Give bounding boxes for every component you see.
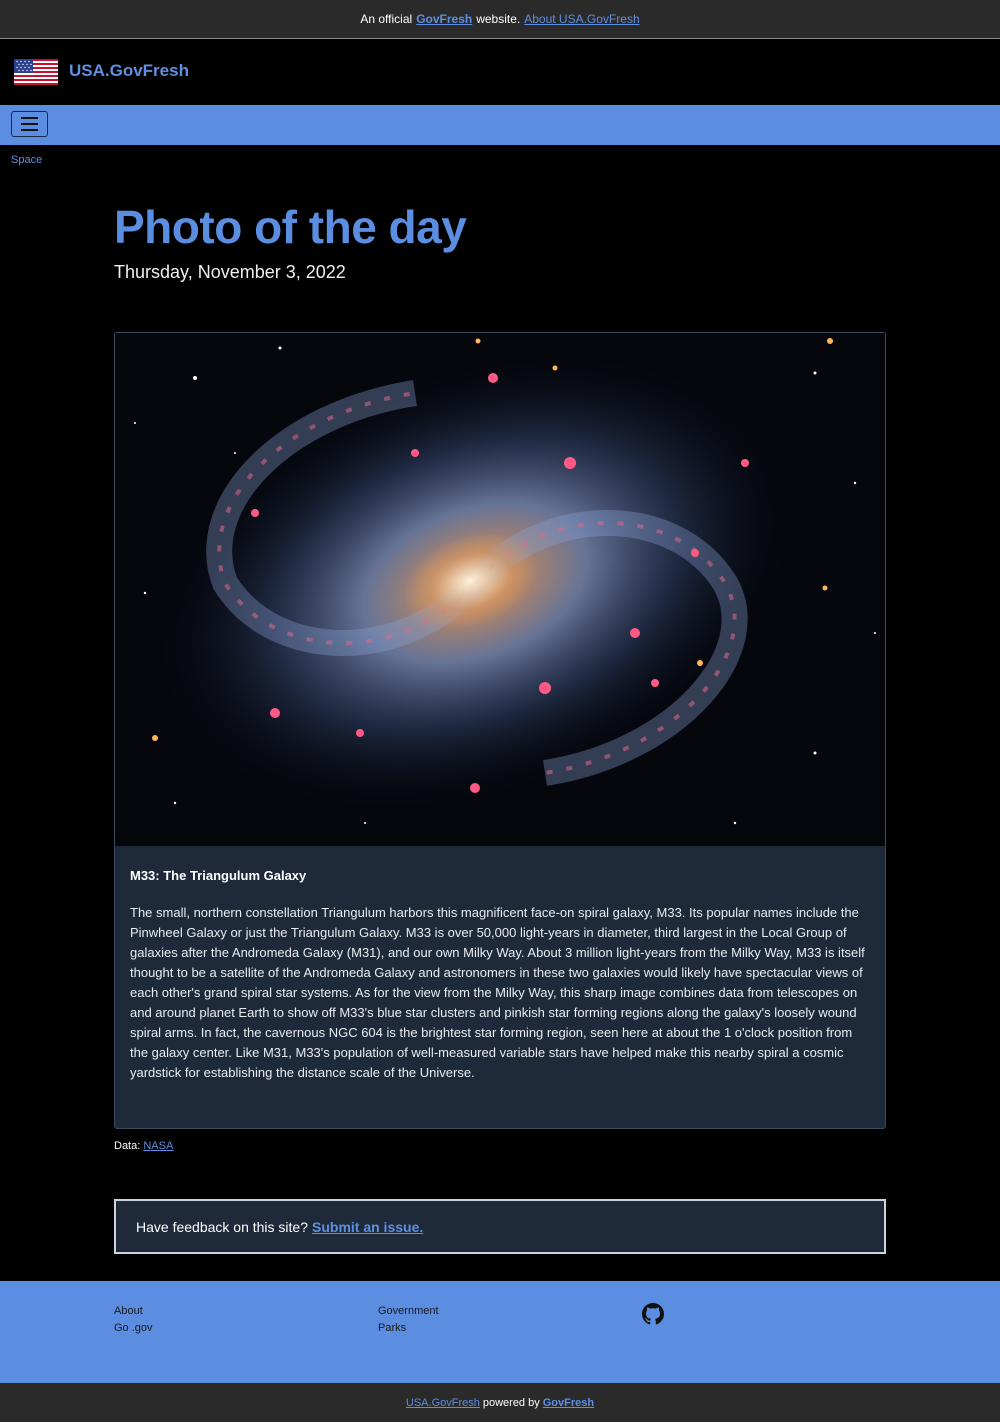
footer-main: About Go .gov Government Parks [0, 1281, 1000, 1383]
footer-link-about[interactable]: About [114, 1304, 153, 1318]
photo-card: M33: The Triangulum Galaxy The small, no… [114, 332, 886, 1129]
galaxy-photo [115, 333, 885, 846]
us-flag-icon[interactable] [14, 59, 58, 85]
data-credit-label: Data: [114, 1140, 141, 1152]
feedback-question: Have feedback on this site? [136, 1218, 308, 1235]
menu-line [21, 117, 38, 119]
official-banner: An official GovFresh website. About USA.… [0, 0, 1000, 39]
about-usa-govfresh-link[interactable]: About USA.GovFresh [524, 12, 639, 26]
github-icon[interactable] [642, 1303, 664, 1325]
nasa-link[interactable]: NASA [143, 1140, 173, 1152]
footer-link-go-gov[interactable]: Go .gov [114, 1321, 153, 1335]
breadcrumb-space[interactable]: Space [11, 154, 42, 166]
github-glyph [642, 1303, 664, 1325]
navbar [0, 105, 1000, 145]
footer-govfresh-link[interactable]: GovFresh [543, 1397, 594, 1409]
footer-bottom: USA.GovFresh powered by GovFresh [0, 1383, 1000, 1422]
govfresh-link[interactable]: GovFresh [416, 12, 472, 26]
page-date: Thursday, November 3, 2022 [114, 262, 346, 282]
data-credit: Data: NASA [114, 1140, 173, 1152]
footer-column-2: Government Parks [378, 1304, 439, 1335]
footer-powered-by: powered by [482, 1396, 540, 1409]
menu-line [21, 129, 38, 131]
banner-middle: website. [476, 12, 521, 26]
photo-body: M33: The Triangulum Galaxy The small, no… [115, 846, 885, 1083]
footer-column-1: About Go .gov [114, 1304, 153, 1335]
site-title-link[interactable]: USA.GovFresh [69, 61, 189, 81]
menu-line [21, 123, 38, 125]
us-flag-graphic [14, 59, 58, 85]
site-header: USA.GovFresh [0, 39, 1000, 105]
submit-issue-link[interactable]: Submit an issue. [312, 1219, 423, 1235]
footer-link-parks[interactable]: Parks [378, 1321, 439, 1335]
photo-description: The small, northern constellation Triang… [130, 905, 865, 1080]
hamburger-menu-icon[interactable] [11, 111, 48, 137]
page-title: Photo of the day [114, 201, 467, 253]
footer-link-government[interactable]: Government [378, 1304, 439, 1318]
feedback-text: Have feedback on this site? Submit an iss… [136, 1219, 423, 1235]
footer-site-link[interactable]: USA.GovFresh [406, 1397, 480, 1409]
feedback-box: Have feedback on this site? Submit an iss… [114, 1199, 886, 1254]
banner-prefix: An official [360, 12, 413, 26]
photo-title: M33: The Triangulum Galaxy [130, 868, 307, 883]
